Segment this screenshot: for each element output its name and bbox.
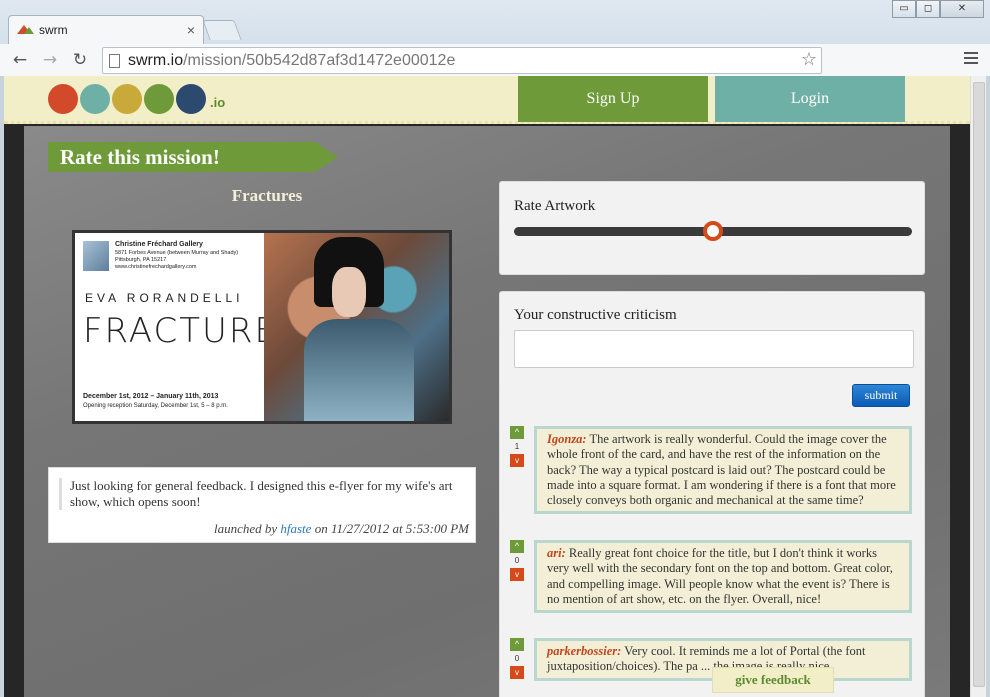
gallery-address: 5871 Forbes Avenue (between Murray and S…: [115, 250, 260, 271]
swrm-favicon-icon: [17, 25, 34, 35]
url-path: /mission/50b542d87af3d1472e00012e: [183, 51, 456, 69]
artist-name: EVA RORANDELLI: [85, 291, 244, 305]
comment-author[interactable]: Igonza:: [547, 432, 587, 446]
new-tab-button[interactable]: [202, 20, 242, 40]
logo-circle: [80, 84, 110, 114]
launched-suffix: on 11/27/2012 at 5:53:00 PM: [314, 521, 469, 536]
rate-artwork-card: Rate Artwork: [499, 181, 925, 275]
give-feedback-button[interactable]: give feedback: [712, 667, 834, 693]
comment-bubble: Igonza: The artwork is really wonderful.…: [534, 426, 912, 515]
rate-mission-ribbon: Rate this mission!: [48, 142, 338, 172]
vote-controls: ^ 0 v: [510, 638, 524, 679]
scrollbar-thumb[interactable]: [973, 82, 985, 687]
vote-score: 0: [514, 556, 520, 565]
url-host: swrm.io: [128, 51, 184, 69]
upvote-button[interactable]: ^: [510, 540, 524, 553]
downvote-button[interactable]: v: [510, 454, 524, 467]
tab-title: swrm: [39, 23, 68, 37]
swrm-logo[interactable]: .io: [48, 84, 225, 114]
back-arrow-icon[interactable]: ←: [8, 48, 32, 72]
artwork-figure-face: [331, 267, 366, 317]
launched-info: launched by hfaste on 11/27/2012 at 5:53…: [214, 521, 469, 537]
comment-text: The artwork is really wonderful. Could t…: [547, 432, 896, 508]
page-viewport: .io Sign Up Login Rate this mission! Fra…: [4, 76, 970, 697]
comment-author[interactable]: ari:: [547, 546, 566, 560]
flyer-text-panel: Christine Fréchard Gallery 5871 Forbes A…: [75, 233, 300, 421]
login-button[interactable]: Login: [715, 76, 905, 122]
logo-circle: [144, 84, 174, 114]
page-scrollbar[interactable]: [970, 76, 986, 697]
rating-slider-handle[interactable]: [703, 221, 723, 241]
downvote-button[interactable]: v: [510, 666, 524, 679]
address-line: 5871 Forbes Avenue (between Murray and S…: [115, 250, 239, 256]
upvote-button[interactable]: ^: [510, 426, 524, 439]
launched-prefix: launched by: [213, 521, 278, 536]
artwork-flyer-image: Christine Fréchard Gallery 5871 Forbes A…: [72, 230, 452, 424]
forward-arrow-icon[interactable]: →: [38, 48, 62, 72]
mission-content: Rate this mission! Fractures Christine F…: [24, 126, 950, 697]
criticism-input[interactable]: [514, 330, 914, 368]
opening-reception: Opening reception Saturday, December 1st…: [83, 403, 228, 409]
mission-description-card: Just looking for general feedback. I des…: [48, 467, 476, 543]
vote-controls: ^ 0 v: [510, 540, 524, 581]
bookmark-star-icon[interactable]: ☆: [801, 49, 817, 70]
signup-button[interactable]: Sign Up: [518, 76, 708, 122]
address-line: Pittsburgh, PA 15217: [115, 257, 167, 263]
gallery-name: Christine Fréchard Gallery: [115, 241, 203, 248]
close-window-button[interactable]: ✕: [940, 0, 984, 18]
criticism-label: Your constructive criticism: [514, 307, 677, 323]
gallery-logo-icon: [83, 241, 109, 271]
reload-icon[interactable]: ↻: [68, 48, 92, 72]
flyer-artwork-image: [263, 233, 449, 421]
rate-artwork-label: Rate Artwork: [514, 198, 596, 214]
downvote-button[interactable]: v: [510, 568, 524, 581]
tab-close-icon[interactable]: ×: [187, 22, 195, 38]
vote-score: 1: [514, 442, 520, 451]
maximize-button[interactable]: ◻: [916, 0, 940, 18]
page-icon: [109, 53, 120, 68]
artwork-figure-body: [303, 319, 414, 421]
logo-circle: [112, 84, 142, 114]
menu-icon[interactable]: [964, 52, 978, 67]
address-bar[interactable]: swrm.io /mission/50b542d87af3d1472e00012…: [102, 47, 822, 74]
logo-circle: [176, 84, 206, 114]
launched-user-link[interactable]: hfaste: [280, 521, 311, 536]
window-controls: ▭ ◻ ✕: [892, 0, 984, 18]
browser-toolbar: ← → ↻ swrm.io /mission/50b542d87af3d1472…: [0, 44, 990, 76]
comment-bubble: ari: Really great font choice for the ti…: [534, 540, 912, 614]
criticism-card: Your constructive criticism submit ^ 1 v…: [499, 291, 925, 697]
show-dates: December 1st, 2012 – January 11th, 2013: [83, 393, 219, 400]
minimize-button[interactable]: ▭: [892, 0, 916, 18]
gallery-website: www.christinefrechardgallery.com: [115, 264, 197, 270]
browser-tab[interactable]: swrm ×: [8, 15, 204, 44]
mission-description: Just looking for general feedback. I des…: [59, 478, 469, 510]
vote-controls: ^ 1 v: [510, 426, 524, 467]
browser-chrome: swrm × ▭ ◻ ✕ ← → ↻ swrm.io /mission/50b5…: [0, 0, 990, 76]
logo-tld: .io: [210, 94, 226, 110]
logo-circle: [48, 84, 78, 114]
vote-score: 0: [514, 654, 520, 663]
comment-text: Really great font choice for the title, …: [547, 546, 893, 606]
mission-title: Fractures: [231, 186, 303, 205]
upvote-button[interactable]: ^: [510, 638, 524, 651]
submit-button[interactable]: submit: [852, 384, 910, 407]
comment-author[interactable]: parkerbossier:: [547, 644, 621, 658]
site-header: .io Sign Up Login: [4, 76, 970, 124]
